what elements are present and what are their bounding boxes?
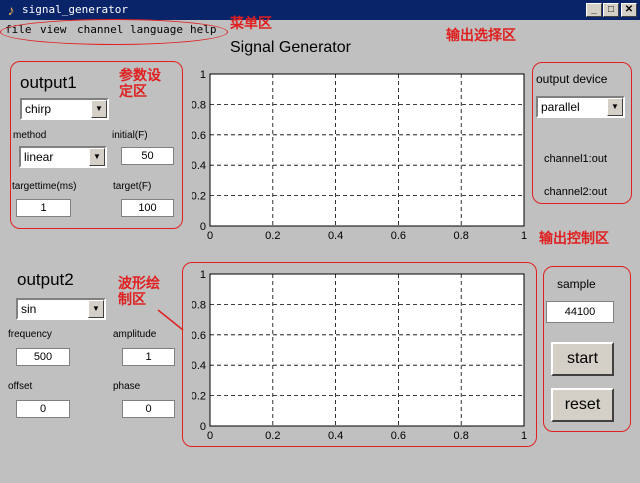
minimize-button[interactable]: _ — [586, 3, 602, 17]
targettime-input[interactable] — [16, 199, 71, 217]
frequency-label: frequency — [8, 329, 52, 340]
params-annotation-label: 参数设 定区 — [119, 68, 161, 100]
x-tick-label: 0 — [207, 230, 213, 242]
phase-label: phase — [113, 381, 141, 392]
matlab-icon: ♪ — [7, 2, 15, 18]
y-tick-label: 0 — [200, 421, 206, 433]
target-label: target(F) — [113, 181, 152, 192]
output-control-annotation-label: 输出控制区 — [539, 231, 609, 247]
output-select-annotation-label: 输出选择区 — [446, 28, 516, 44]
output2-waveform-value: sin — [21, 302, 37, 316]
x-tick-label: 1 — [521, 430, 527, 442]
channel2-status: channel2:out — [544, 186, 607, 198]
amplitude-input[interactable] — [122, 348, 175, 366]
window-title: signal_generator — [22, 3, 128, 16]
y-tick-label: 0.8 — [192, 99, 206, 111]
method-select[interactable]: linear ▼ — [19, 146, 107, 168]
output1-waveform-select[interactable]: chirp ▼ — [20, 98, 109, 120]
plot-area — [209, 273, 525, 427]
method-label: method — [13, 130, 47, 141]
x-tick-label: 0.2 — [265, 230, 280, 242]
offset-input[interactable] — [16, 400, 70, 418]
method-value: linear — [24, 150, 54, 164]
x-tick-label: 0.2 — [265, 430, 280, 442]
y-tick-label: 0.4 — [192, 360, 206, 372]
chevron-down-icon: ▼ — [91, 100, 107, 118]
x-tick-label: 0.6 — [391, 230, 406, 242]
x-tick-label: 0.8 — [454, 230, 469, 242]
x-tick-label: 0.8 — [454, 430, 469, 442]
x-tick-label: 0.4 — [328, 230, 343, 242]
close-button[interactable]: ✕ — [621, 3, 637, 17]
y-tick-label: 1 — [200, 69, 206, 81]
y-tick-label: 1 — [200, 269, 206, 281]
y-tick-label: 0.2 — [192, 391, 206, 403]
sample-input[interactable] — [546, 301, 614, 323]
x-tick-label: 0.4 — [328, 430, 343, 442]
output2-heading: output2 — [17, 270, 74, 289]
initial-input[interactable] — [121, 147, 174, 165]
plot-axes-2: 0 0.2 0.4 0.6 0.8 1 0 0.2 0.4 0.6 0.8 1 — [192, 269, 527, 442]
x-tick-label: 0 — [207, 430, 213, 442]
output-device-select[interactable]: parallel ▼ — [536, 96, 625, 118]
plot-area — [209, 73, 525, 227]
app-window: ♪ signal_generator _ □ ✕ file view chann… — [0, 0, 640, 483]
menu-annotation-label: 菜单区 — [230, 16, 272, 32]
phase-input[interactable] — [122, 400, 175, 418]
initial-label: initial(F) — [112, 130, 148, 141]
y-tick-label: 0.8 — [192, 299, 206, 311]
y-tick-label: 0.6 — [192, 330, 206, 342]
y-tick-label: 0.2 — [192, 191, 206, 203]
reset-button[interactable]: reset — [551, 388, 614, 422]
y-tick-label: 0.4 — [192, 160, 206, 172]
menu-annotation-outline — [0, 19, 228, 45]
start-button[interactable]: start — [551, 342, 614, 376]
plot-axes-1: 0 0.2 0.4 0.6 0.8 1 0 0.2 0.4 0.6 0.8 1 — [192, 69, 527, 242]
offset-label: offset — [8, 381, 33, 392]
y-tick-label: 0 — [200, 221, 206, 233]
maximize-button[interactable]: □ — [603, 3, 619, 17]
frequency-input[interactable] — [16, 348, 70, 366]
output2-waveform-select[interactable]: sin ▼ — [16, 298, 106, 320]
chevron-down-icon: ▼ — [607, 98, 623, 116]
x-tick-label: 0.6 — [391, 430, 406, 442]
sample-label: sample — [557, 277, 596, 291]
chevron-down-icon: ▼ — [88, 300, 104, 318]
output1-waveform-value: chirp — [25, 102, 52, 116]
signal-generator-title: Signal Generator — [230, 39, 351, 56]
output-device-label: output device — [536, 72, 608, 86]
output-device-value: parallel — [541, 100, 580, 114]
y-tick-label: 0.6 — [192, 130, 206, 142]
output1-heading: output1 — [20, 73, 77, 92]
channel1-status: channel1:out — [544, 153, 607, 165]
chevron-down-icon: ▼ — [89, 148, 105, 166]
title-bar: ♪ signal_generator _ □ ✕ — [0, 0, 640, 20]
x-tick-label: 1 — [521, 230, 527, 242]
target-input[interactable] — [121, 199, 174, 217]
targettime-label: targettime(ms) — [12, 181, 77, 192]
